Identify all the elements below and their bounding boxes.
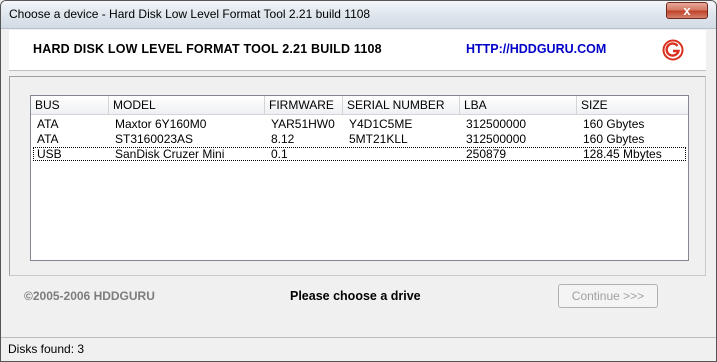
app-window: Choose a device - Hard Disk Low Level Fo… [0, 0, 717, 362]
title-bar[interactable]: Choose a device - Hard Disk Low Level Fo… [1, 1, 716, 29]
column-header-firmware[interactable]: FIRMWARE [265, 96, 343, 114]
header-banner: HARD DISK LOW LEVEL FORMAT TOOL 2.21 BUI… [9, 30, 706, 71]
cell-bus: USB [37, 147, 62, 161]
device-list-header: BUS MODEL FIRMWARE SERIAL NUMBER LBA SIZ… [31, 96, 688, 115]
cell-serial: 5MT21KLL [349, 132, 408, 146]
column-header-size[interactable]: SIZE [577, 96, 688, 114]
cell-model: Maxtor 6Y160M0 [115, 117, 207, 131]
table-row[interactable]: USB SanDisk Cruzer Mini 0.1 250879 128.4… [33, 147, 686, 161]
cell-lba: 312500000 [466, 117, 527, 131]
cell-serial: Y4D1C5ME [349, 117, 413, 131]
cell-firmware: 8.12 [271, 132, 295, 146]
cell-bus: ATA [37, 117, 59, 131]
cell-size: 160 Gbytes [583, 132, 645, 146]
window-title: Choose a device - Hard Disk Low Level Fo… [9, 7, 371, 21]
cell-size: 160 Gbytes [583, 117, 645, 131]
device-list[interactable]: BUS MODEL FIRMWARE SERIAL NUMBER LBA SIZ… [30, 95, 689, 261]
status-bar: Disks found: 3 [1, 337, 716, 361]
table-row[interactable]: ATA Maxtor 6Y160M0 YAR51HW0 Y4D1C5ME 312… [33, 117, 686, 131]
cell-size: 128.45 Mbytes [583, 147, 662, 161]
cell-serial [347, 147, 349, 161]
cell-bus: ATA [37, 132, 59, 146]
continue-button[interactable]: Continue >>> [558, 284, 658, 308]
cell-firmware: 0.1 [271, 147, 288, 161]
column-header-lba[interactable]: LBA [460, 96, 577, 114]
close-button[interactable]: x [666, 2, 708, 19]
hddguru-logo-icon [662, 39, 684, 61]
column-header-bus[interactable]: BUS [31, 96, 109, 114]
copyright-text: ©2005-2006 HDDGURU [24, 289, 155, 303]
column-header-model[interactable]: MODEL [109, 96, 265, 114]
cell-lba: 312500000 [466, 132, 527, 146]
cell-firmware: YAR51HW0 [271, 117, 335, 131]
cell-lba: 250879 [466, 147, 507, 161]
cell-model: SanDisk Cruzer Mini [115, 147, 225, 161]
column-header-serial-number[interactable]: SERIAL NUMBER [343, 96, 460, 114]
close-icon: x [683, 3, 691, 18]
choose-drive-prompt: Please choose a drive [290, 289, 421, 303]
table-row[interactable]: ATA ST3160023AS 8.12 5MT21KLL 312500000 … [33, 132, 686, 146]
app-title: HARD DISK LOW LEVEL FORMAT TOOL 2.21 BUI… [33, 42, 382, 56]
cell-model: ST3160023AS [115, 132, 194, 146]
disks-found-status: Disks found: 3 [8, 342, 85, 356]
website-link[interactable]: HTTP://HDDGURU.COM [466, 42, 606, 56]
